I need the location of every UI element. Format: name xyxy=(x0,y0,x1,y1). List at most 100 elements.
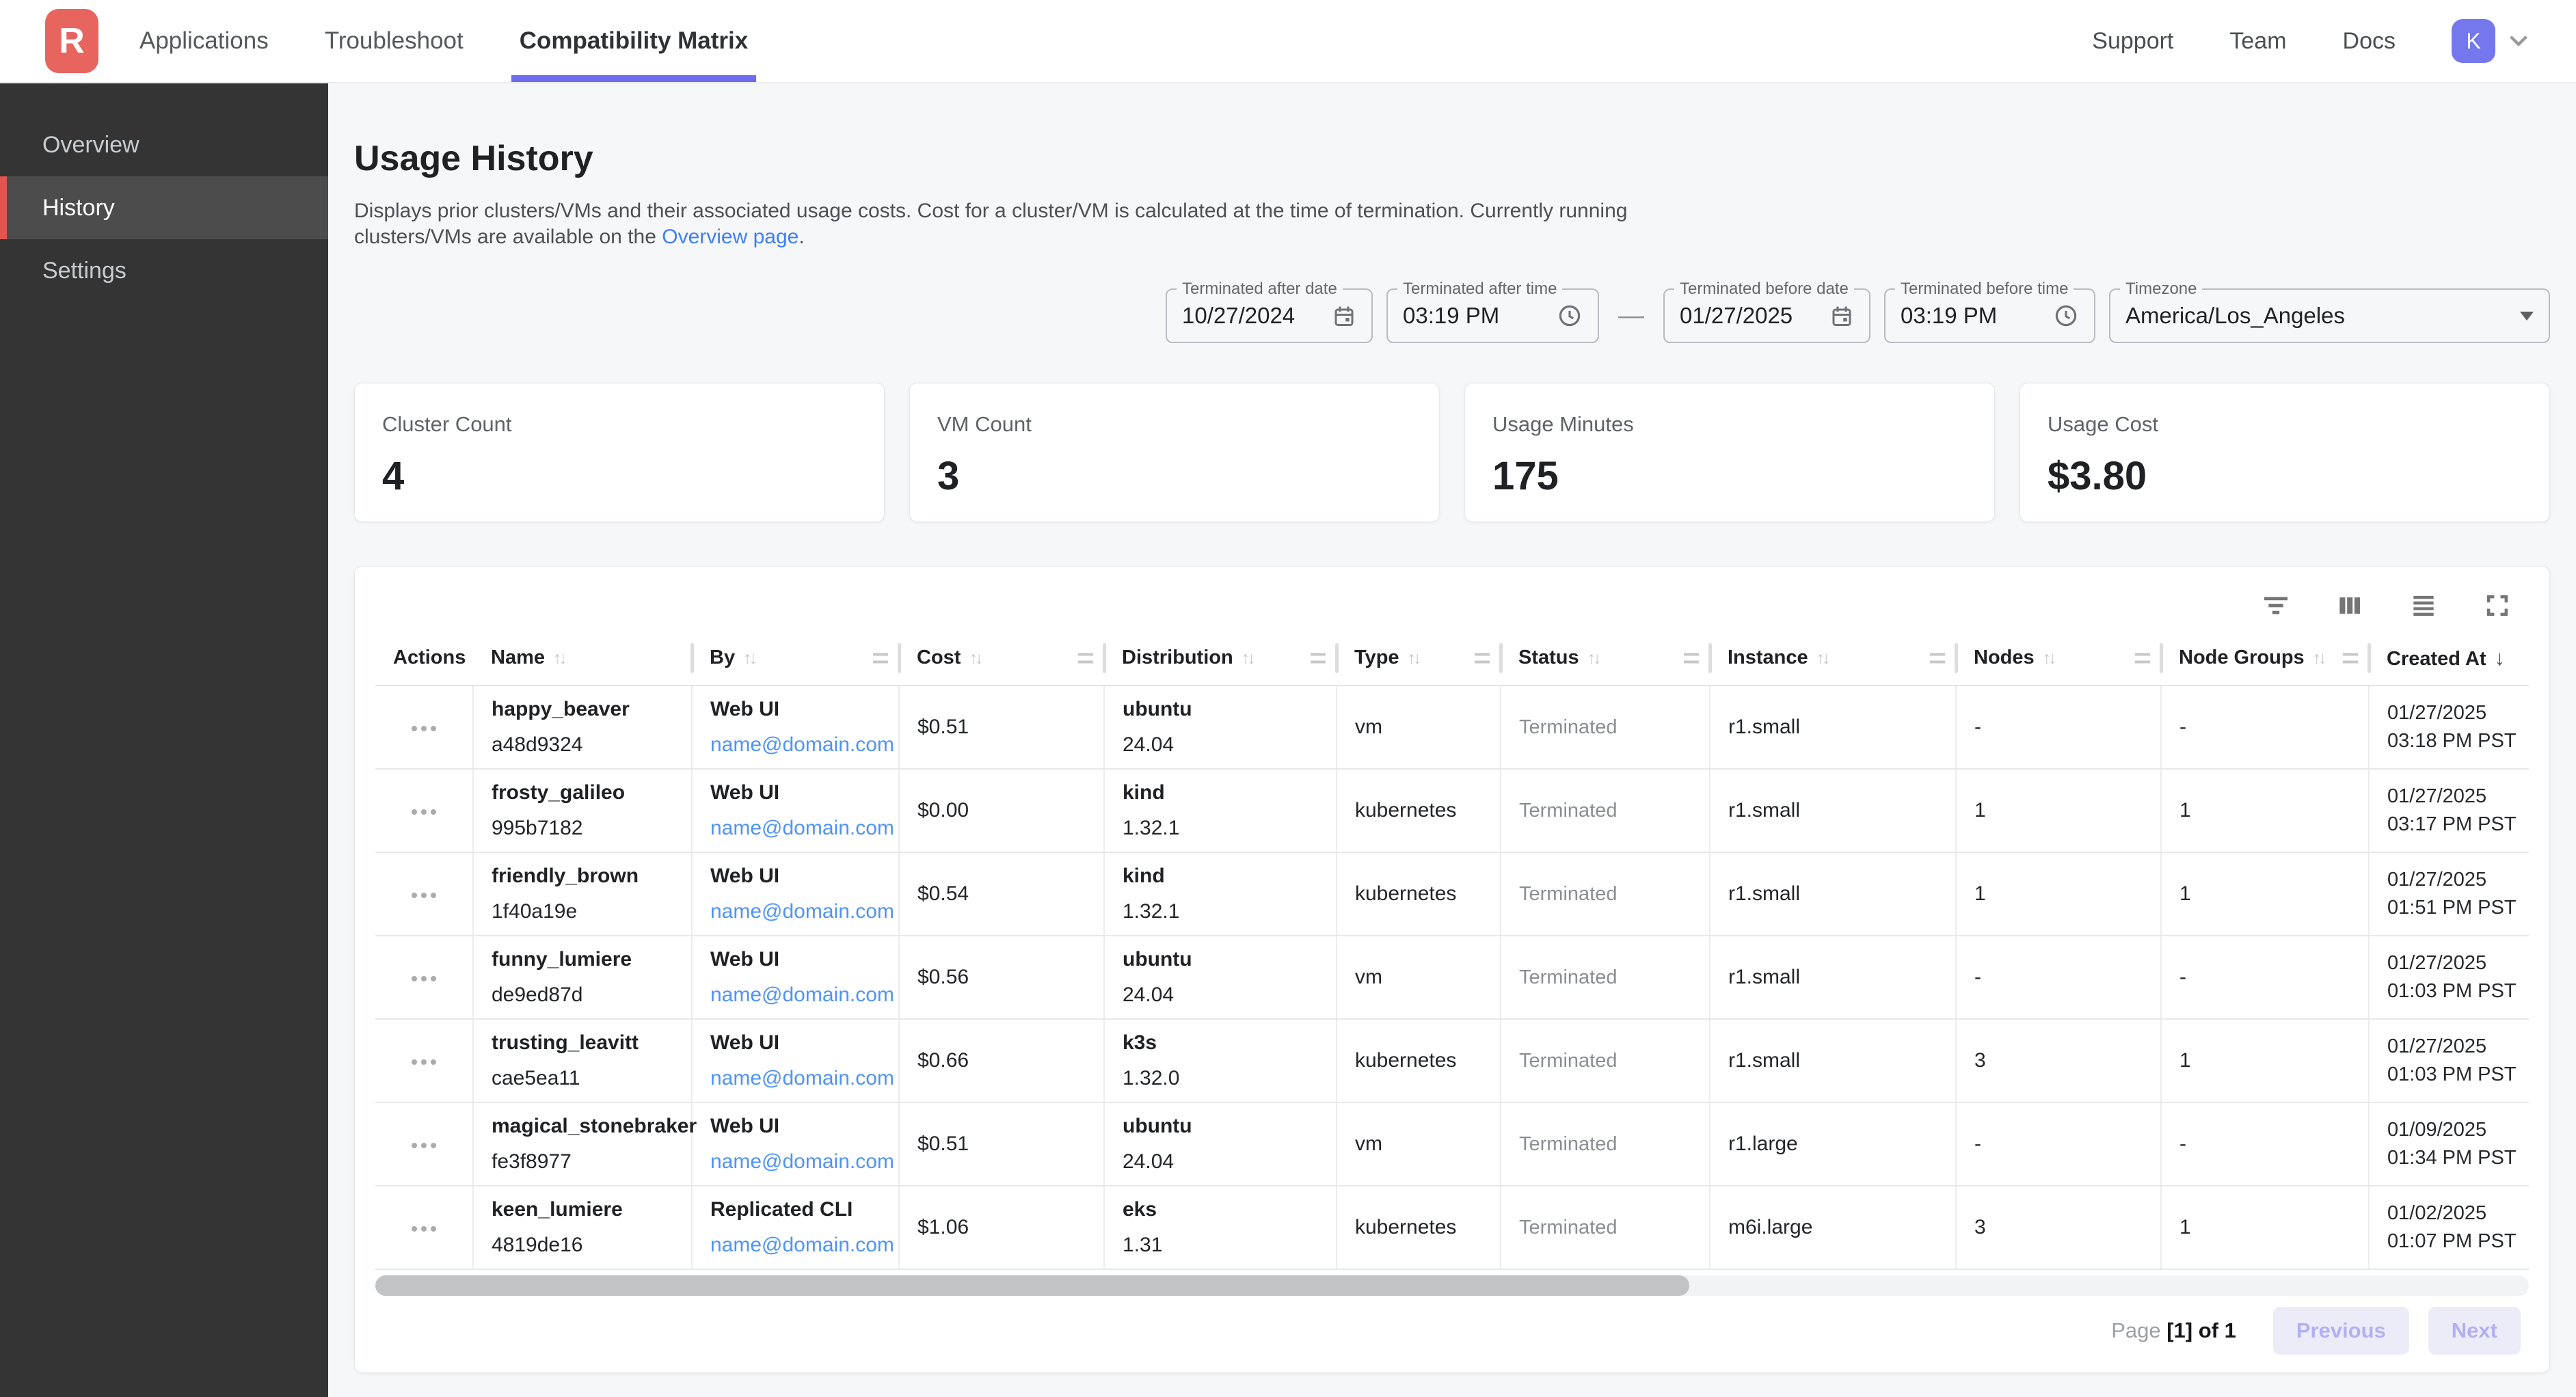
avatar[interactable]: K xyxy=(2452,19,2495,63)
by-cell: Replicated CLI name@domain.com xyxy=(710,1198,898,1257)
by-email-link[interactable]: name@domain.com xyxy=(710,984,894,1006)
column-header-created-at[interactable]: Created At↓ xyxy=(2369,631,2529,686)
clock-icon[interactable] xyxy=(2039,303,2079,329)
page-title: Usage History xyxy=(354,138,2550,179)
column-header-name[interactable]: Name↑↓ xyxy=(473,631,692,686)
cell-distribution: ubuntu24.04 xyxy=(1104,686,1337,769)
sort-icon[interactable]: ↑↓ xyxy=(553,649,565,668)
sort-icon[interactable]: ↑↓ xyxy=(2313,649,2324,668)
nav-link-team[interactable]: Team xyxy=(2229,28,2286,55)
column-header-distribution[interactable]: Distribution↑↓ xyxy=(1104,631,1337,686)
cell-created_at: 01/27/202503:17 PM PST xyxy=(2369,769,2529,852)
sort-icon[interactable]: ↑↓ xyxy=(969,649,980,668)
column-menu-icon[interactable] xyxy=(1475,653,1490,663)
column-label: Instance xyxy=(1728,647,1808,668)
by-email-link[interactable]: name@domain.com xyxy=(710,817,894,839)
column-menu-icon[interactable] xyxy=(1311,653,1326,663)
cell-cost: $0.56 xyxy=(899,936,1104,1019)
column-header-cost[interactable]: Cost↑↓ xyxy=(899,631,1104,686)
dot-icon xyxy=(431,976,436,981)
tab-compatibility-matrix[interactable]: Compatibility Matrix xyxy=(517,0,751,82)
sort-icon[interactable]: ↑↓ xyxy=(1587,649,1599,668)
cell-value: 3 xyxy=(1974,1049,1986,1072)
tab-applications[interactable]: Applications xyxy=(137,0,271,82)
cell-node_groups: - xyxy=(2161,936,2369,1019)
nav-link-docs[interactable]: Docs xyxy=(2343,28,2396,55)
column-menu-icon[interactable] xyxy=(1930,653,1945,663)
name-cell: funny_lumierede9ed87d xyxy=(492,948,691,1007)
column-header-type[interactable]: Type↑↓ xyxy=(1337,631,1501,686)
column-header-by[interactable]: By↑↓ xyxy=(692,631,899,686)
nav-link-support[interactable]: Support xyxy=(2092,28,2173,55)
scrollbar-thumb[interactable] xyxy=(375,1275,1689,1296)
cell-value: kubernetes xyxy=(1355,1049,1456,1072)
row-actions-button[interactable] xyxy=(402,800,446,824)
sort-icon[interactable]: ↑↓ xyxy=(1816,649,1828,668)
fullscreen-icon[interactable] xyxy=(2482,591,2512,621)
terminated-before-date-input[interactable]: Terminated before date 01/27/2025 xyxy=(1663,288,1870,343)
column-menu-icon[interactable] xyxy=(873,653,888,663)
timezone-select[interactable]: Timezone America/Los_Angeles xyxy=(2109,288,2550,343)
tab-troubleshoot[interactable]: Troubleshoot xyxy=(322,0,466,82)
filter-icon[interactable] xyxy=(2261,591,2291,621)
next-button[interactable]: Next xyxy=(2428,1307,2521,1355)
cell-instance: r1.large xyxy=(1710,1102,1956,1186)
by-email-link[interactable]: name@domain.com xyxy=(710,1150,894,1173)
sidebar-item-settings[interactable]: Settings xyxy=(0,239,328,302)
dot-icon xyxy=(412,809,417,815)
row-actions-button[interactable] xyxy=(402,1050,446,1074)
created-by-source: Replicated CLI xyxy=(710,1198,898,1221)
column-menu-icon[interactable] xyxy=(2343,653,2358,663)
dot-icon xyxy=(421,976,427,981)
calendar-icon[interactable] xyxy=(1816,303,1854,328)
column-menu-icon[interactable] xyxy=(1684,653,1699,663)
row-actions-button[interactable] xyxy=(402,716,446,741)
overview-page-link[interactable]: Overview page xyxy=(662,226,799,248)
usage-table-card: ActionsName↑↓By↑↓Cost↑↓Distribution↑↓Typ… xyxy=(354,566,2550,1373)
sort-icon[interactable]: ↑↓ xyxy=(1242,649,1253,668)
sort-icon[interactable]: ↑↓ xyxy=(743,649,755,668)
column-header-node-groups[interactable]: Node Groups↑↓ xyxy=(2161,631,2369,686)
row-actions-button[interactable] xyxy=(402,883,446,908)
column-header-status[interactable]: Status↑↓ xyxy=(1501,631,1710,686)
column-header-nodes[interactable]: Nodes↑↓ xyxy=(1956,631,2161,686)
cell-cost: $0.66 xyxy=(899,1019,1104,1102)
row-actions-button[interactable] xyxy=(402,1217,446,1241)
user-menu[interactable]: K xyxy=(2452,19,2532,63)
cell-instance: r1.small xyxy=(1710,769,1956,852)
distribution-cell: ubuntu24.04 xyxy=(1123,1115,1336,1174)
by-email-link[interactable]: name@domain.com xyxy=(710,1067,894,1089)
column-header-instance[interactable]: Instance ↑↓ xyxy=(1710,631,1956,686)
terminated-after-date-label: Terminated after date xyxy=(1177,280,1343,299)
row-actions-button[interactable] xyxy=(402,1133,446,1158)
distribution-cell: ubuntu24.04 xyxy=(1123,698,1336,757)
cell-value: r1.small xyxy=(1728,966,1800,988)
column-menu-icon[interactable] xyxy=(1078,653,1093,663)
by-email-link[interactable]: name@domain.com xyxy=(710,1234,894,1256)
row-actions-button[interactable] xyxy=(402,966,446,991)
by-email-link[interactable]: name@domain.com xyxy=(710,900,894,923)
terminated-before-time-input[interactable]: Terminated before time 03:19 PM xyxy=(1884,288,2095,343)
chevron-down-icon[interactable] xyxy=(2505,27,2532,55)
cell-distribution: kind1.32.1 xyxy=(1104,769,1337,852)
sort-desc-icon[interactable]: ↓ xyxy=(2495,646,2506,670)
columns-icon[interactable] xyxy=(2335,591,2365,621)
sort-icon[interactable]: ↑↓ xyxy=(1408,649,1419,668)
distribution-name: kind xyxy=(1123,865,1336,888)
terminated-after-time-input[interactable]: Terminated after time 03:19 PM xyxy=(1386,288,1599,343)
clock-icon[interactable] xyxy=(1543,303,1583,329)
cluster-name: frosty_galileo xyxy=(492,781,691,804)
calendar-icon[interactable] xyxy=(1318,303,1356,328)
sort-icon[interactable]: ↑↓ xyxy=(2043,649,2054,668)
column-menu-icon[interactable] xyxy=(2135,653,2150,663)
sidebar-item-history[interactable]: History xyxy=(0,176,328,239)
previous-button[interactable]: Previous xyxy=(2273,1307,2409,1355)
terminated-after-date-input[interactable]: Terminated after date 10/27/2024 xyxy=(1166,288,1373,343)
brand-logo[interactable]: R xyxy=(45,9,98,73)
created-by-source: Web UI xyxy=(710,781,898,804)
density-icon[interactable] xyxy=(2409,591,2439,621)
created-date: 01/27/2025 xyxy=(2387,699,2529,727)
horizontal-scrollbar[interactable] xyxy=(375,1275,2529,1296)
sidebar-item-overview[interactable]: Overview xyxy=(0,113,328,176)
by-email-link[interactable]: name@domain.com xyxy=(710,733,894,756)
